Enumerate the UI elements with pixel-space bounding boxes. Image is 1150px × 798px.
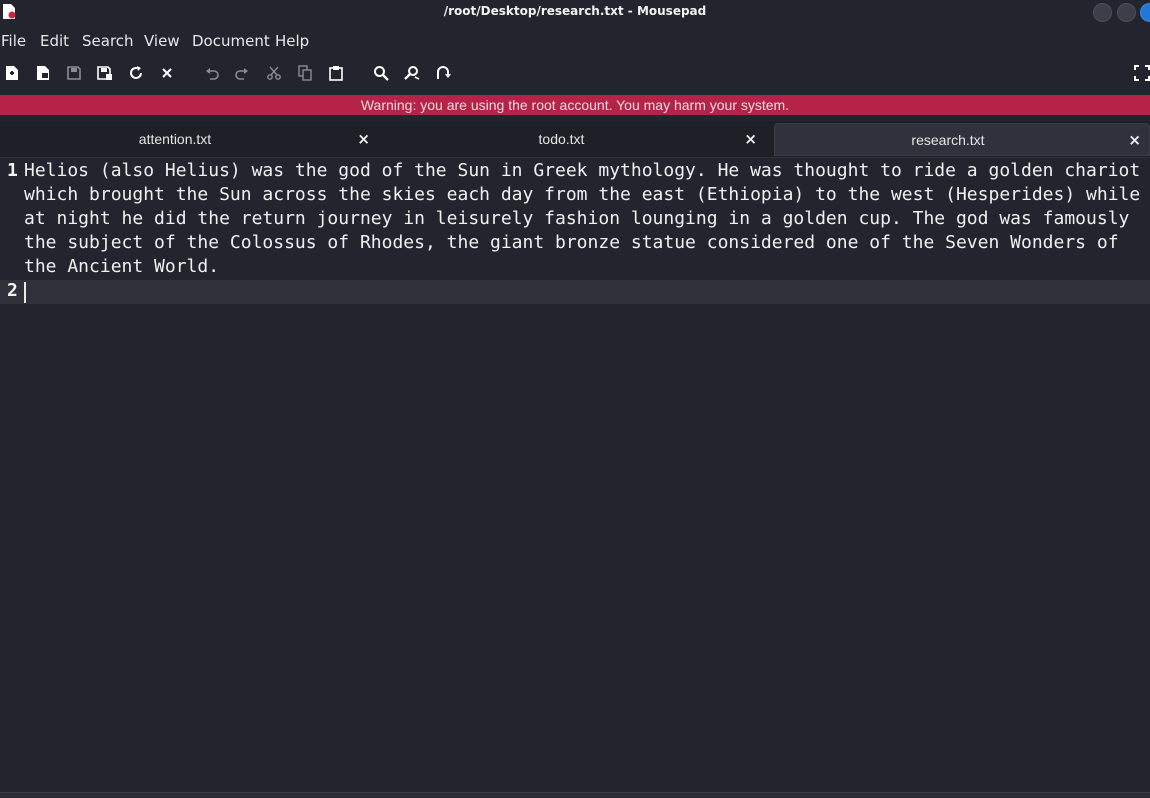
wrapped-line: which brought the Sun across the skies e… [24,184,1141,205]
new-window-icon[interactable] [34,64,52,82]
text-cursor [24,282,26,303]
tab-label: attention.txt [138,131,212,147]
tab-label: todo.txt [538,131,585,147]
cut-icon[interactable] [265,64,283,82]
wrapped-line: at night he did the return journey in le… [24,208,1130,229]
paste-icon[interactable] [327,64,345,82]
wrapped-line: the Ancient World. [24,256,220,277]
menu-search[interactable]: Search [82,32,134,50]
minimize-button[interactable] [1093,3,1112,22]
tab-close-icon[interactable]: × [357,130,370,148]
save-as-icon[interactable] [96,64,114,82]
copy-icon[interactable] [296,64,314,82]
find-icon[interactable] [372,64,390,82]
tab-bar: attention.txt × todo.txt × research.txt … [0,121,1150,158]
root-warning-text: Warning: you are using the root account.… [360,97,790,113]
save-icon[interactable] [65,64,83,82]
title-bar: /root/Desktop/research.txt - Mousepad [0,0,1150,24]
reload-icon[interactable] [127,64,145,82]
status-bar [0,792,1150,798]
tab-label: research.txt [911,132,985,148]
line-number: 2 [7,280,18,301]
undo-icon[interactable] [203,64,221,82]
tab-close-icon[interactable]: × [1128,131,1141,149]
redo-icon[interactable] [233,64,251,82]
go-to-line-icon[interactable] [434,64,452,82]
tab-attention[interactable]: attention.txt × [0,123,378,156]
wrapped-line: the subject of the Colossus of Rhodes, t… [24,232,1119,253]
text-line[interactable]: Helios (also Helius) was the god of the … [24,159,1150,279]
new-document-icon[interactable] [3,64,21,82]
current-line-highlight [0,280,1150,304]
tab-research[interactable]: research.txt × [774,123,1150,156]
root-warning-bar: Warning: you are using the root account.… [0,95,1150,115]
maximize-button[interactable] [1117,3,1136,22]
toolbar [0,58,1150,90]
menu-view[interactable]: View [144,32,180,50]
menu-bar: File Edit Search View Document Help [0,28,1150,54]
menu-file[interactable]: File [1,32,26,50]
fullscreen-icon[interactable] [1133,64,1150,82]
wrapped-line: Helios (also Helius) was the god of the … [24,160,1141,181]
find-replace-icon[interactable] [403,64,421,82]
menu-document[interactable]: Document [192,32,270,50]
menu-help[interactable]: Help [275,32,309,50]
tab-close-icon[interactable]: × [744,130,757,148]
close-window-button[interactable] [1140,3,1150,22]
menu-edit[interactable]: Edit [40,32,69,50]
line-number: 1 [7,160,18,181]
close-document-icon[interactable] [158,64,176,82]
tab-todo[interactable]: todo.txt × [386,123,765,156]
text-editor[interactable]: 1 2 Helios (also Helius) was the god of … [0,159,1150,792]
window-title: /root/Desktop/research.txt - Mousepad [443,4,707,18]
